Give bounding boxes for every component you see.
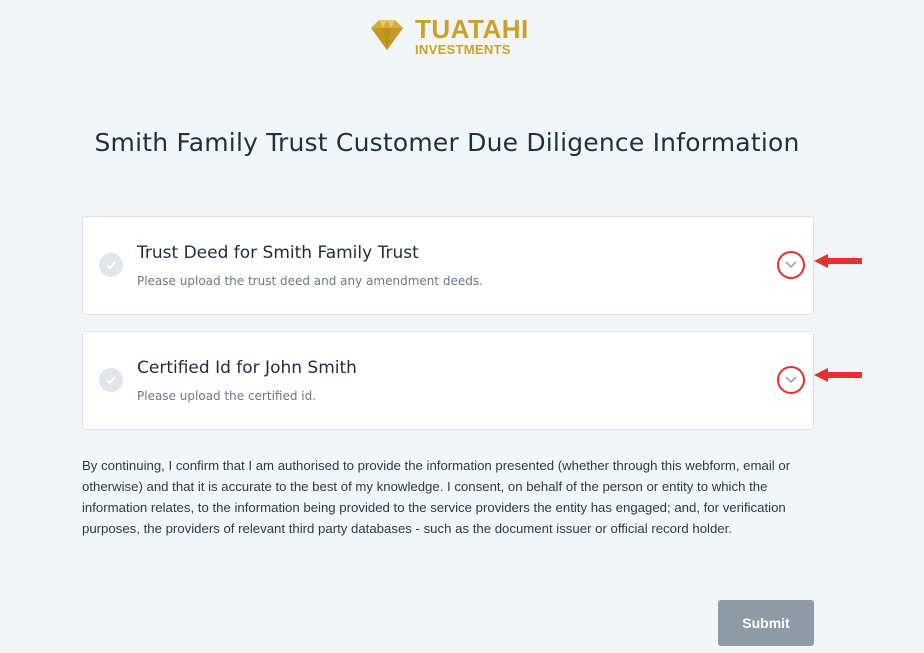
page-title: Smith Family Trust Customer Due Diligenc… (94, 128, 800, 157)
left-arrow-icon (814, 254, 862, 268)
document-card-certified-id[interactable]: Certified Id for John Smith Please uploa… (82, 331, 814, 430)
brand-logo: TUATAHI INVESTMENTS (367, 16, 529, 56)
document-description: Please upload the trust deed and any ame… (137, 274, 483, 288)
document-card-trust-deed[interactable]: Trust Deed for Smith Family Trust Please… (82, 216, 814, 315)
check-circle-icon (99, 368, 123, 392)
document-title: Certified Id for John Smith (137, 358, 357, 378)
chevron-down-icon (785, 376, 797, 384)
brand-name: TUATAHI (415, 14, 529, 44)
consent-text: By continuing, I confirm that I am autho… (82, 458, 791, 536)
submit-button[interactable]: Submit (718, 600, 814, 646)
chevron-down-icon (785, 261, 797, 269)
expand-button[interactable] (777, 251, 805, 279)
document-title: Trust Deed for Smith Family Trust (137, 243, 419, 263)
brand-tagline: INVESTMENTS (415, 42, 511, 57)
left-arrow-icon (814, 368, 862, 382)
diamond-icon (371, 20, 403, 50)
expand-button[interactable] (777, 366, 805, 394)
document-description: Please upload the certified id. (137, 389, 317, 403)
check-circle-icon (99, 253, 123, 277)
